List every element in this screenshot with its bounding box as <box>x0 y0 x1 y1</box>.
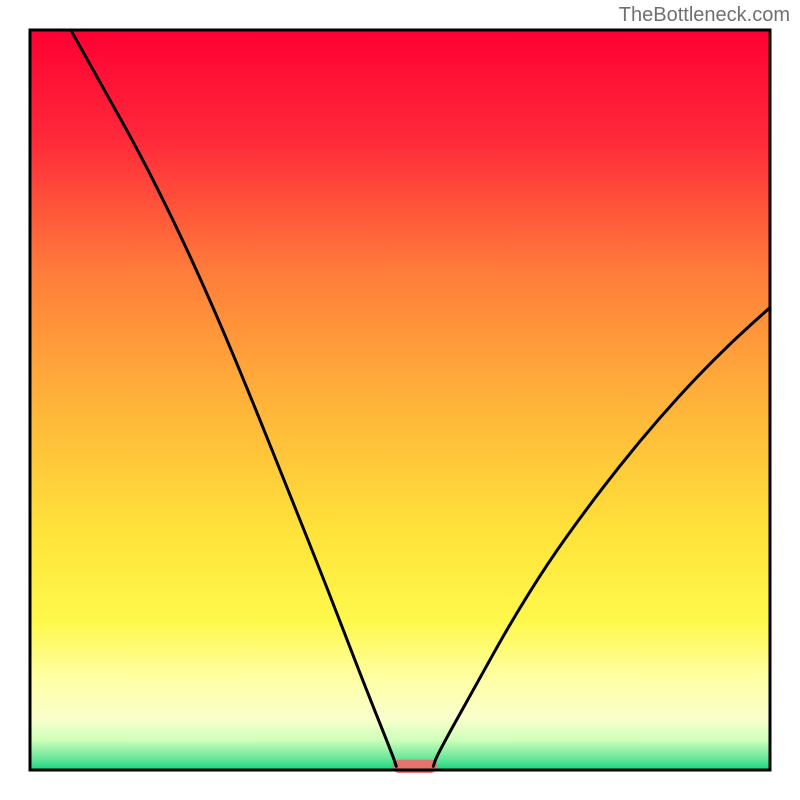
watermark-text: TheBottleneck.com <box>619 4 790 27</box>
bottleneck-chart <box>0 0 800 800</box>
chart-background-gradient <box>30 30 770 770</box>
chart-container: TheBottleneck.com <box>0 0 800 800</box>
